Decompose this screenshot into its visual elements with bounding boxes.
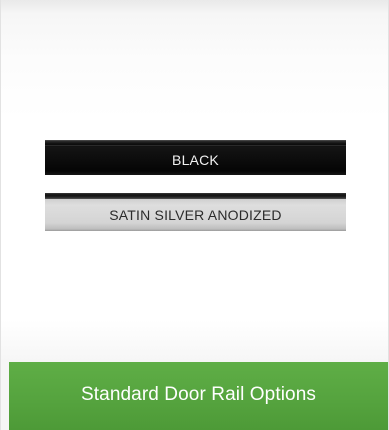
satin-silver-rail-swatch: SATIN SILVER ANODIZED <box>45 199 346 231</box>
rail-options-card: BLACK SATIN SILVER ANODIZED Standard Doo… <box>0 0 389 430</box>
rail-groove <box>45 145 346 146</box>
black-rail-swatch: BLACK <box>45 140 346 175</box>
black-rail-label: BLACK <box>172 152 219 168</box>
caption-banner: Standard Door Rail Options <box>9 362 388 430</box>
caption-title: Standard Door Rail Options <box>81 384 316 405</box>
satin-silver-rail-label: SATIN SILVER ANODIZED <box>109 207 282 223</box>
